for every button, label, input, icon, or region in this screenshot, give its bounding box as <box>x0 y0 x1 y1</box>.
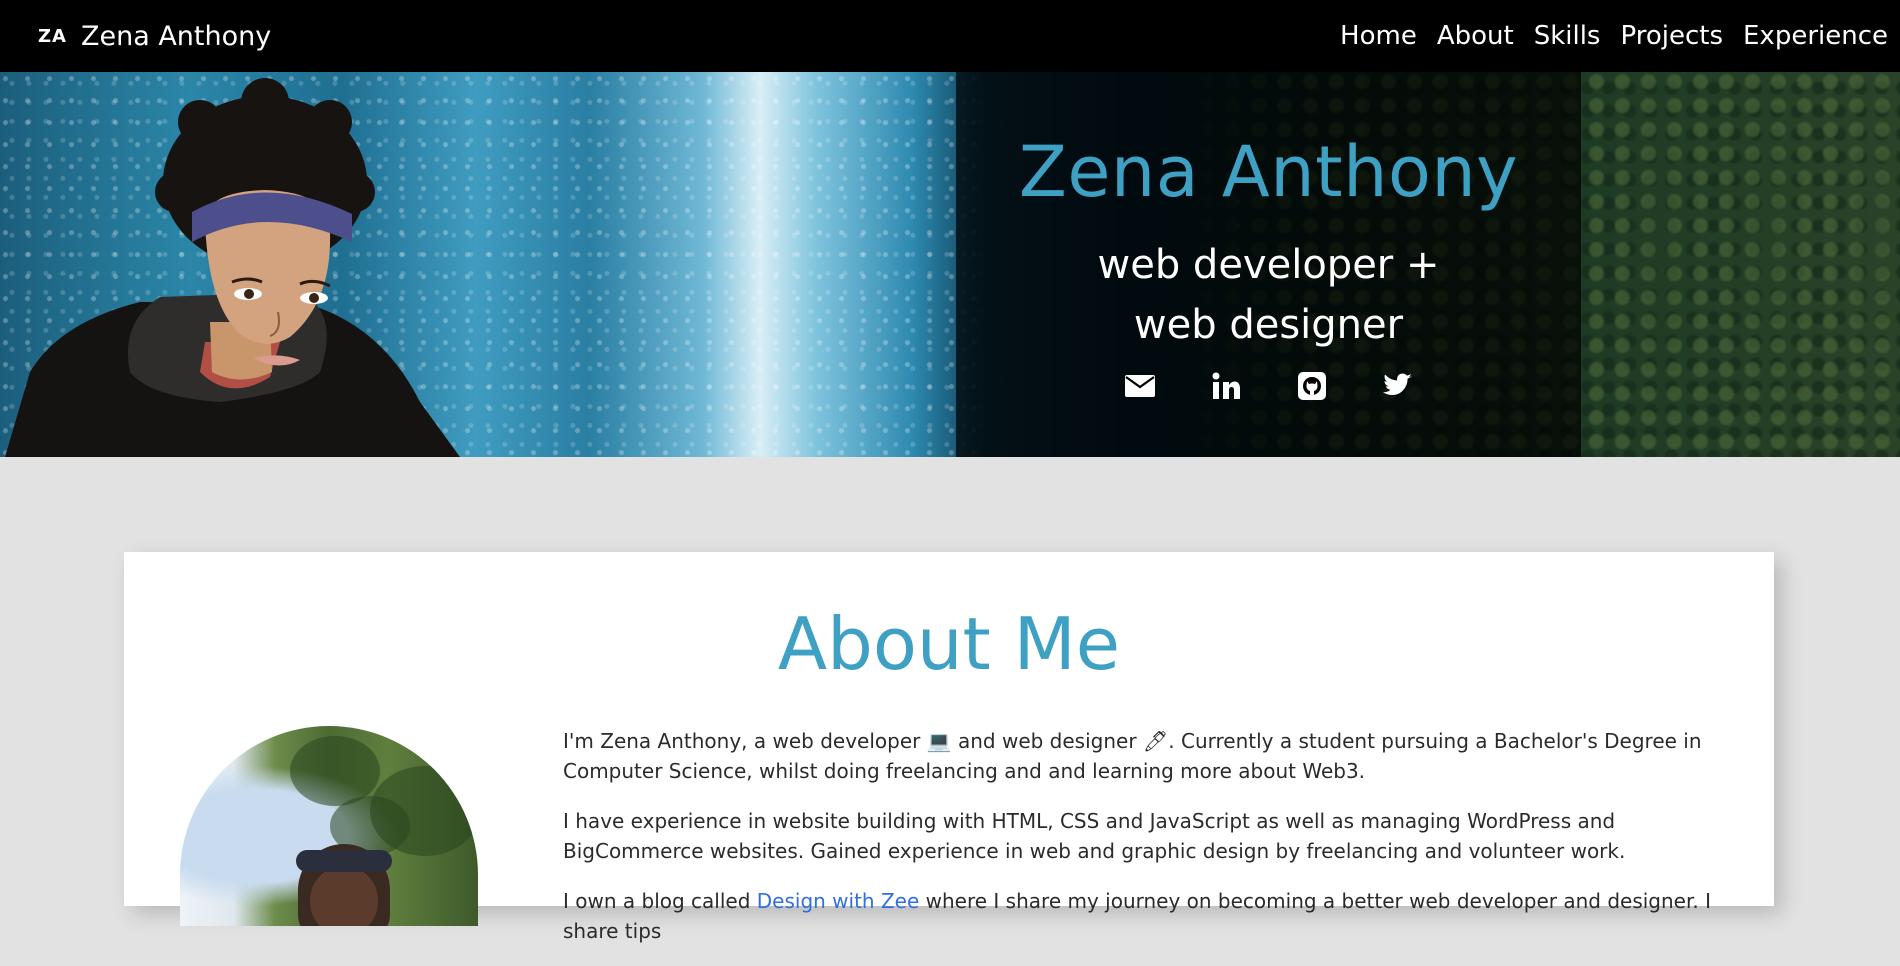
about-paragraph-1: I'm Zena Anthony, a web developer 💻 and … <box>563 729 1702 783</box>
social-links <box>1123 369 1415 403</box>
profile-photo <box>180 726 478 926</box>
nav-link-experience[interactable]: Experience <box>1743 17 1888 55</box>
brand-link[interactable]: ZA Zena Anthony <box>38 21 271 52</box>
brand-name: Zena Anthony <box>80 20 272 52</box>
hero-tagline: web developer + web designer <box>1097 242 1440 348</box>
about-paragraph-3: I own a blog called Design with Zee wher… <box>563 889 1711 943</box>
nav-link-about[interactable]: About <box>1437 17 1514 55</box>
envelope-icon[interactable] <box>1123 369 1157 403</box>
hero-banner: Zena Anthony web developer + web designe… <box>0 72 1900 457</box>
nav-links: Home About Skills Projects Experience <box>1340 17 1888 55</box>
about-paragraph-2: I have experience in website building wi… <box>563 809 1626 863</box>
navbar: ZA Zena Anthony Home About Skills Projec… <box>0 0 1900 72</box>
linkedin-icon[interactable] <box>1209 369 1243 403</box>
about-text: I'm Zena Anthony, a web developer 💻 and … <box>563 726 1733 966</box>
nav-link-projects[interactable]: Projects <box>1620 17 1723 55</box>
about-title: About Me <box>777 602 1121 686</box>
about-section: About Me I'm Zena Anthony, a web develop… <box>124 552 1774 943</box>
hero-name: Zena Anthony <box>1018 131 1519 213</box>
brand-logo: ZA <box>38 25 67 47</box>
nav-link-home[interactable]: Home <box>1340 17 1417 55</box>
nav-link-skills[interactable]: Skills <box>1534 17 1601 55</box>
avatar-illustration <box>5 78 460 457</box>
twitter-icon[interactable] <box>1381 369 1415 403</box>
blog-link[interactable]: Design with Zee <box>757 889 920 913</box>
github-icon[interactable] <box>1295 369 1329 403</box>
hero-panel: Zena Anthony web developer + web designe… <box>956 72 1581 457</box>
